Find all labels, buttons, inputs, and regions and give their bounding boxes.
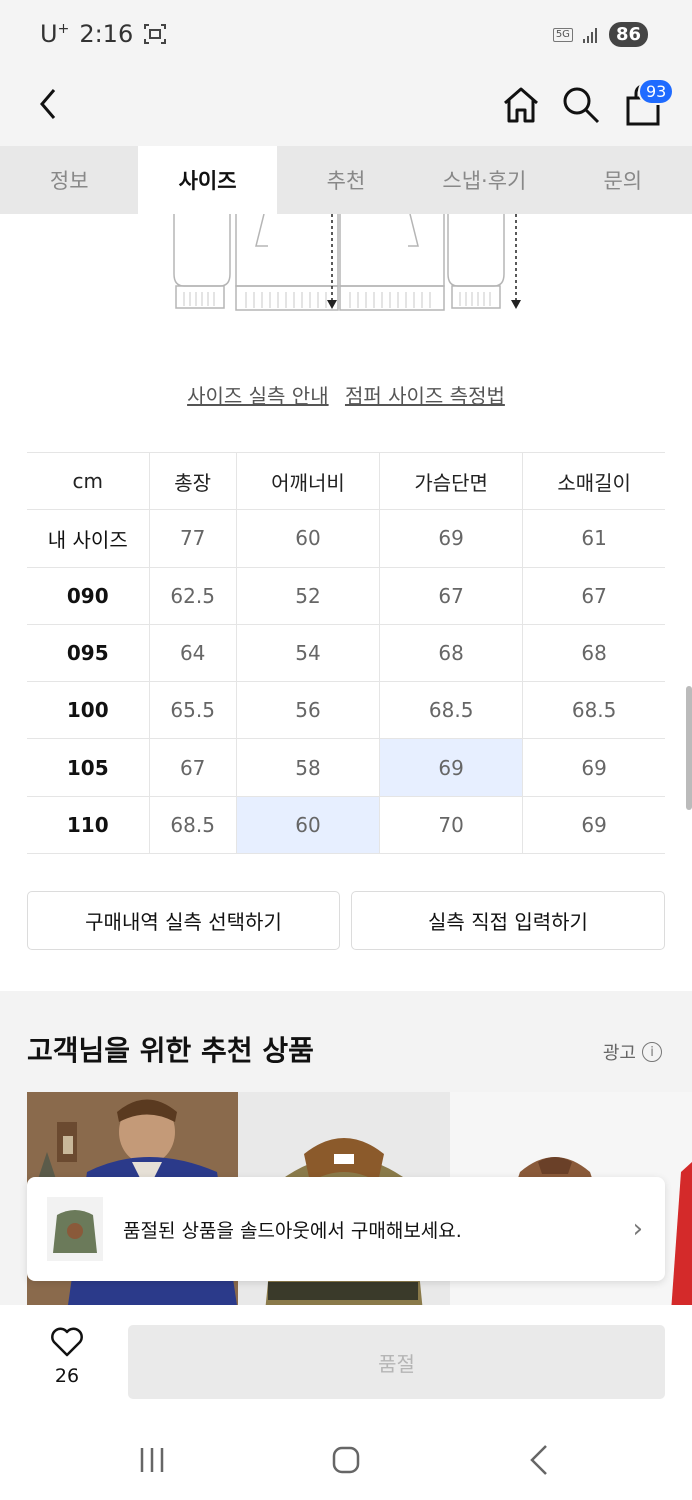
soldout-toast[interactable]: 품절된 상품을 솔드아웃에서 구매해보세요. ›: [27, 1177, 665, 1281]
table-cell-highlighted: 69: [379, 738, 523, 797]
table-header-row: cm 총장 어깨너비 가슴단면 소매길이: [27, 451, 665, 511]
table-cell: 67: [148, 738, 237, 797]
row-label: 110: [27, 796, 149, 855]
carrier-label: U+: [40, 20, 70, 48]
bottom-action-bar: 26 품절: [0, 1305, 692, 1420]
network-5g-icon: 5G: [552, 27, 573, 42]
search-icon[interactable]: [560, 84, 602, 126]
recommend-title: 고객님을 위한 추천 상품: [27, 1034, 314, 1067]
product-tabs: 정보 사이즈 추천 스냅·후기 문의: [0, 146, 692, 214]
table-cell: 68.5: [148, 796, 237, 855]
cart-count-badge: 93: [638, 78, 675, 105]
size-table: cm 총장 어깨너비 가슴단면 소매길이 내 사이즈 77 60 69 61 0…: [27, 451, 665, 855]
soldout-toast-message: 품절된 상품을 솔드아웃에서 구매해보세요.: [123, 1219, 462, 1242]
column-header: cm: [27, 451, 149, 511]
row-label: 100: [27, 681, 149, 740]
table-cell: 69: [379, 509, 523, 568]
tab-info[interactable]: 정보: [0, 146, 138, 214]
table-cell: 62.5: [148, 567, 237, 625]
home-icon[interactable]: [500, 84, 542, 126]
table-cell: 58: [235, 738, 380, 797]
table-cell: 68.5: [522, 681, 665, 740]
table-row-my-size: 내 사이즈 77 60 69 61: [27, 509, 665, 568]
back-nav-icon[interactable]: [520, 1440, 560, 1480]
table-cell: 64: [148, 624, 237, 683]
scrollbar[interactable]: [686, 686, 692, 810]
column-header: 소매길이: [522, 451, 665, 511]
table-cell: 54: [235, 624, 380, 683]
back-icon[interactable]: [30, 84, 70, 124]
column-header: 어깨너비: [235, 451, 380, 511]
heart-icon: [51, 1327, 83, 1357]
system-nav-bar: [0, 1420, 692, 1500]
like-button[interactable]: 26: [40, 1327, 94, 1387]
table-cell: 70: [379, 796, 523, 855]
tab-inquiry[interactable]: 문의: [554, 146, 692, 214]
table-row: 095 64 54 68 68: [27, 624, 665, 683]
home-nav-icon[interactable]: [326, 1440, 366, 1480]
tab-size[interactable]: 사이즈: [138, 146, 277, 214]
table-cell: 56: [235, 681, 380, 740]
jumper-measure-method-link[interactable]: 점퍼 사이즈 측정법: [345, 384, 505, 408]
screenshot-icon: [144, 24, 167, 44]
size-measure-guide-link[interactable]: 사이즈 실측 안내: [187, 384, 329, 408]
tab-recommend[interactable]: 추천: [277, 146, 415, 214]
select-purchase-history-button[interactable]: 구매내역 실측 선택하기: [27, 891, 340, 950]
table-cell: 77: [148, 509, 237, 568]
column-header: 총장: [148, 451, 237, 511]
ad-label-text: 광고: [602, 1043, 636, 1064]
table-cell: 61: [522, 509, 665, 568]
jacket-measurement-illustration: [173, 214, 521, 311]
tab-snap-review[interactable]: 스냅·후기: [415, 146, 553, 214]
row-label: 내 사이즈: [27, 509, 149, 568]
size-guide-links: 사이즈 실측 안내 점퍼 사이즈 측정법: [0, 380, 692, 409]
table-cell: 60: [235, 509, 380, 568]
clock: 2:16: [79, 20, 134, 48]
row-label: 095: [27, 624, 149, 683]
table-cell-highlighted: 60: [235, 796, 380, 855]
product-image[interactable]: [661, 1092, 692, 1312]
table-cell: 67: [522, 567, 665, 625]
table-row: 100 65.5 56 68.5 68.5: [27, 681, 665, 740]
battery-indicator: 86: [608, 22, 648, 47]
table-cell: 68: [379, 624, 523, 683]
table-cell: 65.5: [148, 681, 237, 740]
row-label: 090: [27, 567, 149, 625]
chevron-right-icon: ›: [632, 1214, 643, 1244]
row-label: 105: [27, 738, 149, 797]
recent-apps-icon[interactable]: [132, 1440, 172, 1480]
table-row: 090 62.5 52 67 67: [27, 567, 665, 625]
column-header: 가슴단면: [379, 451, 523, 511]
ad-label[interactable]: 광고 i: [603, 1039, 662, 1065]
table-cell: 69: [522, 796, 665, 855]
table-cell: 69: [522, 738, 665, 797]
info-icon: i: [642, 1042, 662, 1062]
table-cell: 68: [522, 624, 665, 683]
product-thumbnail: [47, 1197, 103, 1261]
table-row: 110 68.5 60 70 69: [27, 796, 665, 855]
like-count: 26: [54, 1365, 80, 1387]
soldout-button[interactable]: 품절: [128, 1325, 665, 1399]
table-cell: 52: [235, 567, 380, 625]
table-cell: 68.5: [379, 681, 523, 740]
table-cell: 67: [379, 567, 523, 625]
status-bar: U+ 2:16 5G 86: [0, 0, 692, 70]
table-row: 105 67 58 69 69: [27, 738, 665, 797]
direct-input-button[interactable]: 실측 직접 입력하기: [351, 891, 665, 950]
signal-icon: [582, 27, 597, 43]
app-header: [0, 70, 692, 146]
